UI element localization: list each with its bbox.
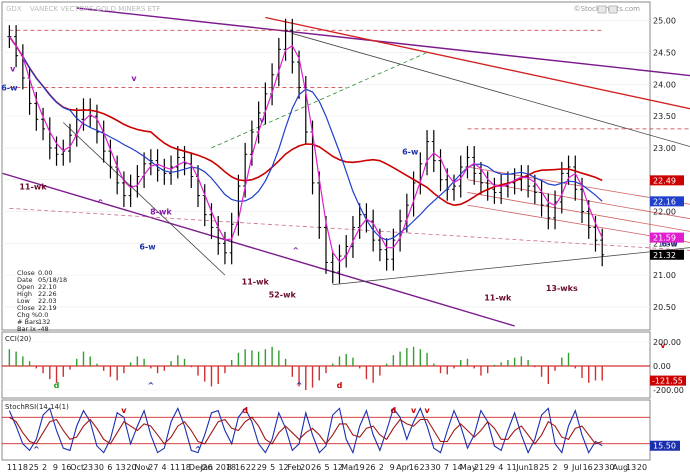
symbol-text: GDX — [6, 5, 22, 13]
x-tick-label: 18 — [18, 463, 28, 472]
stoch-mark: ^ — [33, 445, 40, 454]
stoch-mark: d — [391, 406, 397, 415]
x-tick-label: Jun — [515, 463, 529, 472]
x-tick-label: 19 — [354, 463, 364, 472]
chart-header-title: GDX VANECK VECTORS GOLD MINERS ETF — [6, 5, 160, 13]
cci-tick-label: 200.00 — [653, 338, 681, 347]
cycle-annotation: 11-wk — [242, 278, 270, 287]
turn-mark: ^ — [97, 198, 104, 207]
cycle-annotation: 11-wk — [484, 294, 512, 303]
price-tick-label: 20.50 — [653, 303, 676, 312]
price-tick-label: 23.00 — [653, 144, 676, 153]
turn-mark: v — [131, 74, 137, 83]
watermark-text: ©StockCharts.com — [574, 5, 641, 13]
stochrsi-panel-label: StochRSI(14,14(1) — [5, 403, 69, 411]
price-tag-label: 21.59 — [653, 234, 676, 243]
x-tick-label: 2 — [379, 463, 384, 472]
x-tick-label: 9 — [53, 463, 58, 472]
stoch-mark: ^ — [195, 445, 202, 454]
x-tick-label: 8 — [227, 463, 232, 472]
price-tick-label: 25.00 — [653, 17, 676, 26]
description-text: VANECK VECTORS GOLD MINERS ETF — [30, 5, 160, 13]
x-tick-label: 26 — [311, 463, 321, 472]
turn-mark: ^ — [292, 246, 299, 255]
price-tag-label: 22.16 — [653, 197, 676, 206]
stock-chart: 6-w 11-wk 8-wk 6-w 11-wk 52-wk 6-w 11-wk 13-wks 6… — [1, 1, 690, 472]
price-tag-label: 21.32 — [653, 251, 676, 260]
x-tick-label: 20 — [637, 463, 647, 472]
x-tick-label: 2 — [42, 463, 47, 472]
turn-mark: v — [10, 65, 16, 74]
x-tick-label: 4 — [162, 463, 167, 472]
cycle-annotation: 13-wks — [546, 284, 578, 293]
price-tick-label: 24.50 — [653, 49, 676, 58]
x-tick-label: 21 — [474, 463, 484, 472]
y-axis: 25.0024.5024.0023.5023.0022.5022.0021.50… — [650, 17, 686, 451]
x-tick-label: 29 — [257, 463, 267, 472]
stoch-value-label: 15.50 — [653, 442, 676, 451]
x-tick-label: 25 — [29, 463, 39, 472]
stoch-mark: v — [121, 406, 127, 415]
cci-mark: d — [337, 381, 343, 390]
x-tick-label: 11 — [7, 463, 17, 472]
price-tick-label: 21.00 — [653, 271, 676, 280]
toolbar-icon[interactable] — [597, 5, 607, 14]
turn-mark: v — [259, 115, 265, 124]
x-tick-label: 26 — [365, 463, 375, 472]
x-tick-label: 13 — [116, 463, 126, 472]
cci-mark: ^ — [147, 381, 154, 390]
info-value: -48 — [38, 325, 49, 333]
info-label: Bar Ix — [17, 325, 36, 333]
x-tick-label: 20 — [300, 463, 310, 472]
stoch-mark: v — [411, 406, 417, 415]
cci-mark: ^ — [296, 381, 303, 390]
x-tick-label: 5 — [270, 463, 275, 472]
price-tick-label: 24.00 — [653, 80, 676, 89]
cycle-annotation: 6-w — [139, 243, 156, 252]
price-tick-label: 22.00 — [653, 208, 676, 217]
x-tick-label: 18 — [528, 463, 538, 472]
cci-tick-label: -200.00 — [653, 386, 684, 395]
cci-panel-label: CCI(20) — [5, 335, 31, 343]
price-tick-label: 23.50 — [653, 112, 676, 121]
stoch-mark: v — [424, 406, 430, 415]
x-tick-label: 7 — [444, 463, 449, 472]
cycle-annotation: 11-wk — [19, 182, 47, 191]
cci-value-label: -121.55 — [652, 377, 683, 386]
stoch-mark: d — [242, 406, 248, 415]
x-tick-label: 22 — [246, 463, 256, 472]
x-tick-label: 9 — [390, 463, 395, 472]
price-panel — [1, 1, 651, 331]
x-tick-label: 23 — [83, 463, 93, 472]
x-tick-label: Jul — [571, 463, 582, 472]
cci-tick-label: 0.00 — [653, 362, 671, 371]
price-tag-label: 22.49 — [653, 176, 676, 185]
x-tick-label: 6 — [107, 463, 112, 472]
x-tick-label: 27 — [148, 463, 158, 472]
x-tick-label: 5 — [324, 463, 329, 472]
x-axis: 11 18 25 2 9 16Oct23 30 6 13 20Nov27 4 11 18Dec26Jan… — [7, 463, 647, 472]
cycle-annotation: 6-w — [1, 84, 18, 93]
x-tick-label: 11 — [507, 463, 517, 472]
x-tick-label: 23 — [420, 463, 430, 472]
x-tick-label: 30 — [431, 463, 441, 472]
x-tick-label: 29 — [485, 463, 495, 472]
cycle-annotation: 6-w — [402, 147, 419, 156]
x-tick-label: 2 — [553, 463, 558, 472]
x-tick-label: 16 — [583, 463, 593, 472]
x-tick-label: 30 — [94, 463, 104, 472]
x-tick-label: 4 — [498, 463, 503, 472]
cci-mark: d — [54, 381, 60, 390]
x-tick-label: 13 — [626, 463, 636, 472]
x-tick-label: 16 — [409, 463, 419, 472]
x-tick-label: 9 — [563, 463, 568, 472]
x-tick-label: 11 — [170, 463, 180, 472]
x-tick-label: 25 — [539, 463, 549, 472]
cycle-annotation: 8-wk — [150, 208, 172, 217]
cycle-annotation: 52-wk — [269, 290, 297, 299]
x-tick-label: 23 — [593, 463, 603, 472]
settings-icon[interactable] — [608, 5, 618, 14]
x-tick-label: 16 — [235, 463, 245, 472]
